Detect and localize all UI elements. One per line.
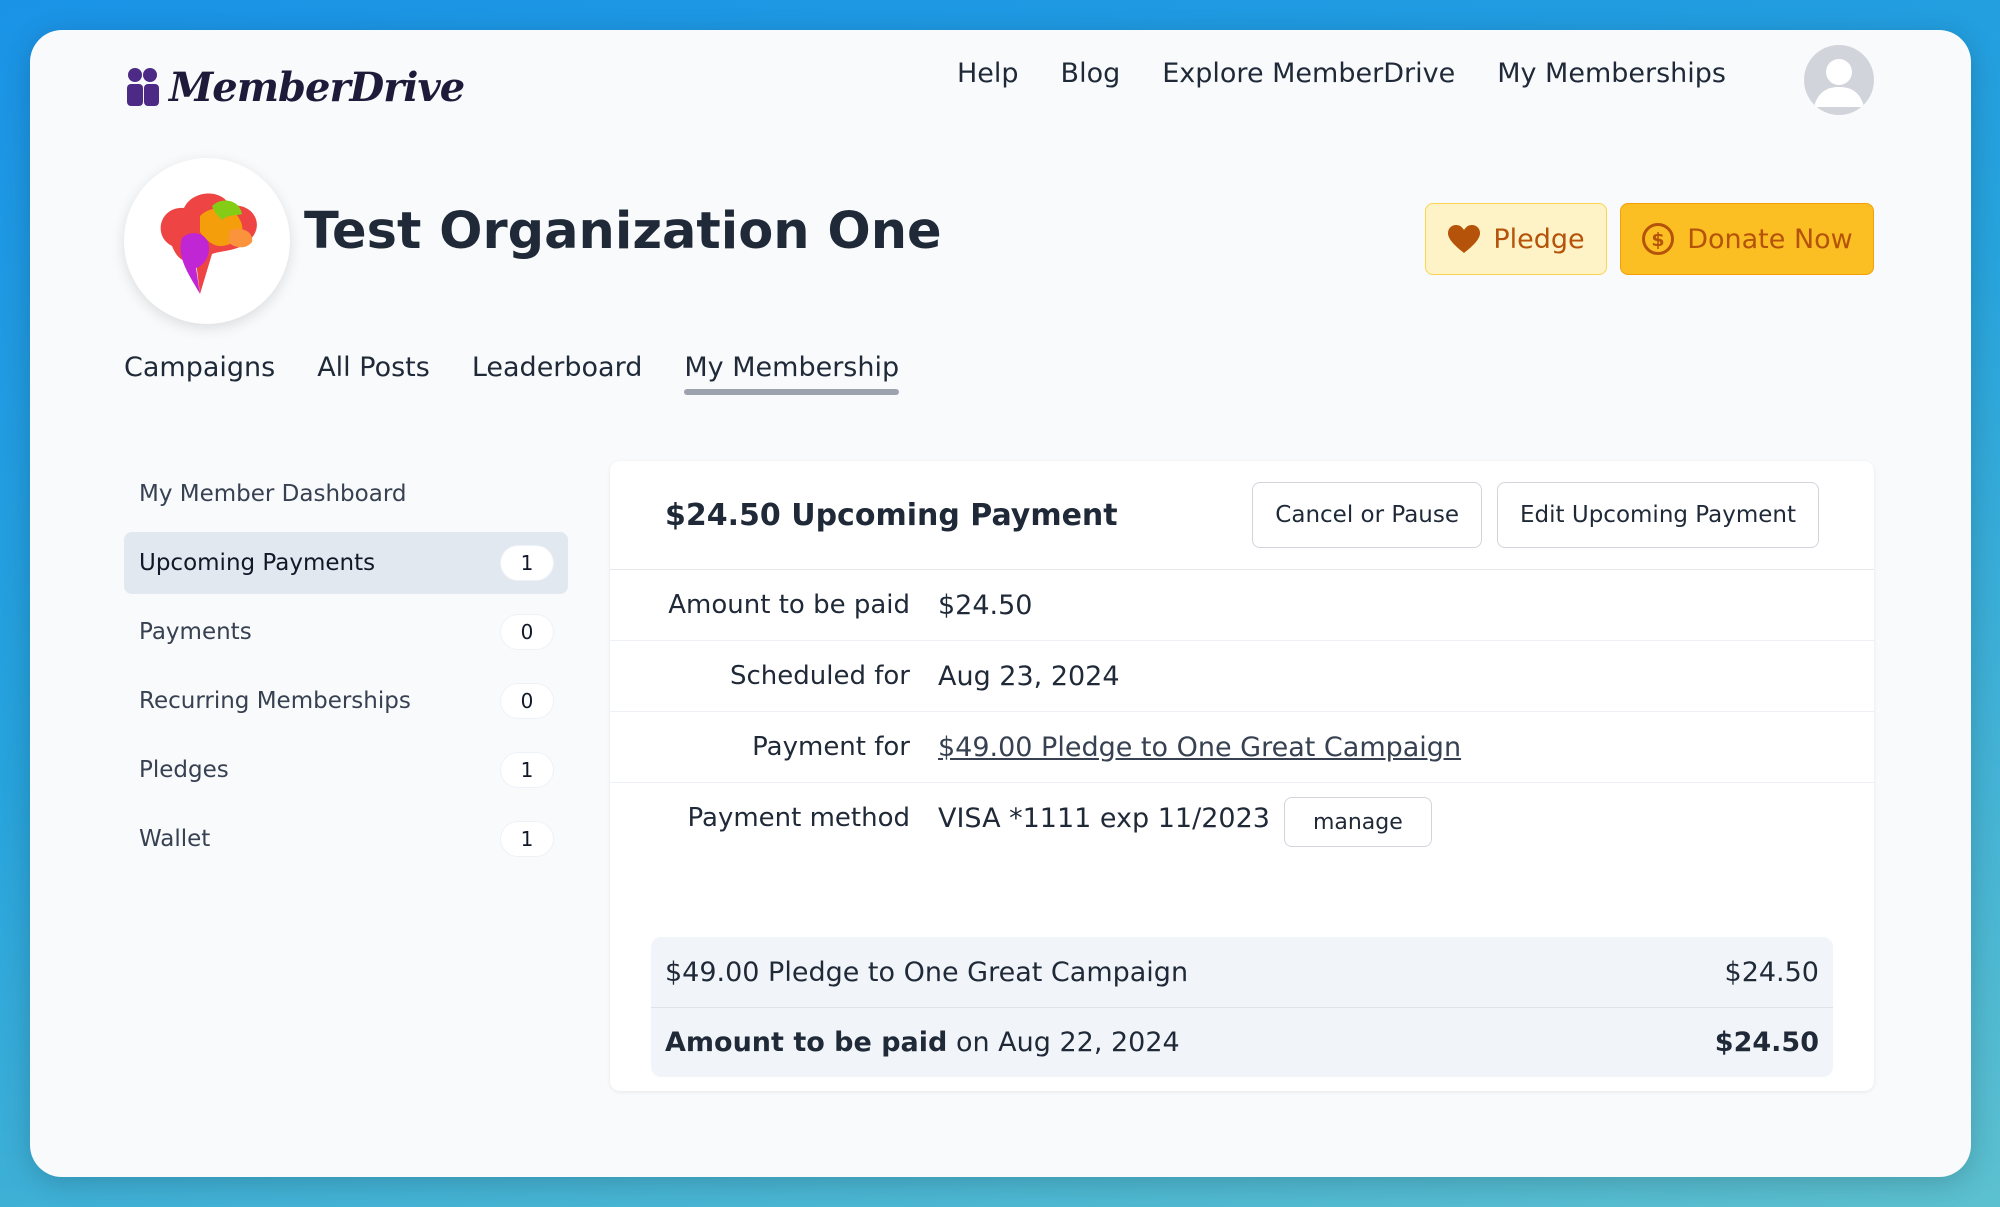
svg-text:$: $	[1652, 229, 1665, 251]
sidebar-item-payments[interactable]: Payments 0	[124, 601, 568, 663]
nav-blog-link[interactable]: Blog	[1061, 58, 1121, 89]
count-badge: 0	[501, 615, 553, 649]
detail-label: Amount to be paid	[668, 590, 910, 620]
detail-row-amount: Amount to be paid $24.50	[610, 570, 1874, 641]
top-navigation: Help Blog Explore MemberDrive My Members…	[957, 58, 1726, 89]
manage-payment-method-button[interactable]: manage	[1283, 797, 1432, 847]
nav-help-link[interactable]: Help	[957, 58, 1019, 89]
summary-total-amount: $24.50	[1714, 1027, 1819, 1058]
sidebar-item-label: Upcoming Payments	[139, 550, 376, 576]
cancel-or-pause-button[interactable]: Cancel or Pause	[1252, 482, 1483, 548]
donate-now-button[interactable]: $ Donate Now	[1620, 203, 1874, 275]
card-header: $24.50 Upcoming Payment Cancel or Pause …	[610, 461, 1874, 570]
heart-icon	[1448, 225, 1481, 253]
logo-text: MemberDrive	[169, 64, 465, 111]
count-badge: 1	[501, 753, 553, 787]
detail-row-scheduled: Scheduled for Aug 23, 2024	[610, 641, 1874, 712]
nav-my-memberships-link[interactable]: My Memberships	[1497, 58, 1726, 89]
card-title: $24.50 Upcoming Payment	[665, 497, 1118, 533]
card-actions: Cancel or Pause Edit Upcoming Payment	[1252, 482, 1819, 548]
tab-all-posts[interactable]: All Posts	[317, 352, 430, 393]
sidebar-item-label: Wallet	[139, 826, 211, 852]
sidebar-item-label: Recurring Memberships	[139, 688, 411, 714]
summary-line-item: $49.00 Pledge to One Great Campaign $24.…	[651, 937, 1833, 1007]
memberdrive-logo[interactable]: MemberDrive	[125, 64, 465, 111]
summary-line-label: $49.00 Pledge to One Great Campaign	[665, 956, 1189, 988]
pledge-label: Pledge	[1493, 223, 1585, 255]
detail-label: Payment method	[687, 803, 911, 833]
membership-sidebar: My Member Dashboard Upcoming Payments 1 …	[124, 463, 568, 877]
pledge-button[interactable]: Pledge	[1425, 203, 1607, 275]
sidebar-item-recurring-memberships[interactable]: Recurring Memberships 0	[124, 670, 568, 732]
donate-label: Donate Now	[1687, 223, 1853, 255]
sidebar-item-upcoming-payments[interactable]: Upcoming Payments 1	[124, 532, 568, 594]
summary-total-label: Amount to be paid on Aug 22, 2024	[665, 1027, 1180, 1058]
organization-tabs: Campaigns All Posts Leaderboard My Membe…	[124, 352, 899, 395]
tab-my-membership[interactable]: My Membership	[684, 352, 899, 395]
user-silhouette-icon	[1814, 59, 1864, 107]
upcoming-payment-card: $24.50 Upcoming Payment Cancel or Pause …	[610, 461, 1874, 1091]
summary-line-amount: $24.50	[1724, 956, 1819, 988]
user-avatar[interactable]	[1804, 45, 1874, 115]
detail-value: VISA *1111 exp 11/2023	[938, 803, 1270, 834]
detail-value: Aug 23, 2024	[938, 660, 1120, 692]
detail-value: $24.50	[938, 589, 1033, 621]
sidebar-item-member-dashboard[interactable]: My Member Dashboard	[124, 463, 568, 525]
summary-total-date: on Aug 22, 2024	[955, 1027, 1180, 1058]
organization-logo	[124, 158, 290, 324]
edit-upcoming-payment-button[interactable]: Edit Upcoming Payment	[1497, 482, 1819, 548]
summary-total-label-bold: Amount to be paid	[665, 1027, 948, 1058]
detail-label: Payment for	[752, 732, 910, 762]
count-badge: 1	[501, 822, 553, 856]
tab-leaderboard[interactable]: Leaderboard	[472, 352, 643, 393]
dollar-circle-icon: $	[1642, 223, 1675, 255]
organization-title: Test Organization One	[304, 202, 942, 261]
app-window: MemberDrive Help Blog Explore MemberDriv…	[30, 30, 1971, 1177]
detail-row-payment-method: Payment method VISA *1111 exp 11/2023 ma…	[610, 783, 1874, 863]
detail-row-payment-for: Payment for $49.00 Pledge to One Great C…	[610, 712, 1874, 783]
nav-explore-link[interactable]: Explore MemberDrive	[1162, 58, 1455, 89]
tab-campaigns[interactable]: Campaigns	[124, 352, 275, 393]
sidebar-item-label: Pledges	[139, 757, 229, 783]
brain-logo-icon	[160, 193, 257, 294]
payment-summary: $49.00 Pledge to One Great Campaign $24.…	[651, 937, 1833, 1077]
summary-total: Amount to be paid on Aug 22, 2024 $24.50	[651, 1007, 1833, 1077]
sidebar-item-pledges[interactable]: Pledges 1	[124, 739, 568, 801]
count-badge: 0	[501, 684, 553, 718]
members-logo-icon	[127, 67, 159, 106]
count-badge: 1	[501, 546, 553, 580]
sidebar-item-label: Payments	[139, 619, 252, 645]
pledge-link[interactable]: $49.00 Pledge to One Great Campaign	[938, 732, 1461, 763]
sidebar-item-label: My Member Dashboard	[139, 481, 407, 507]
sidebar-item-wallet[interactable]: Wallet 1	[124, 808, 568, 870]
detail-label: Scheduled for	[730, 661, 910, 691]
